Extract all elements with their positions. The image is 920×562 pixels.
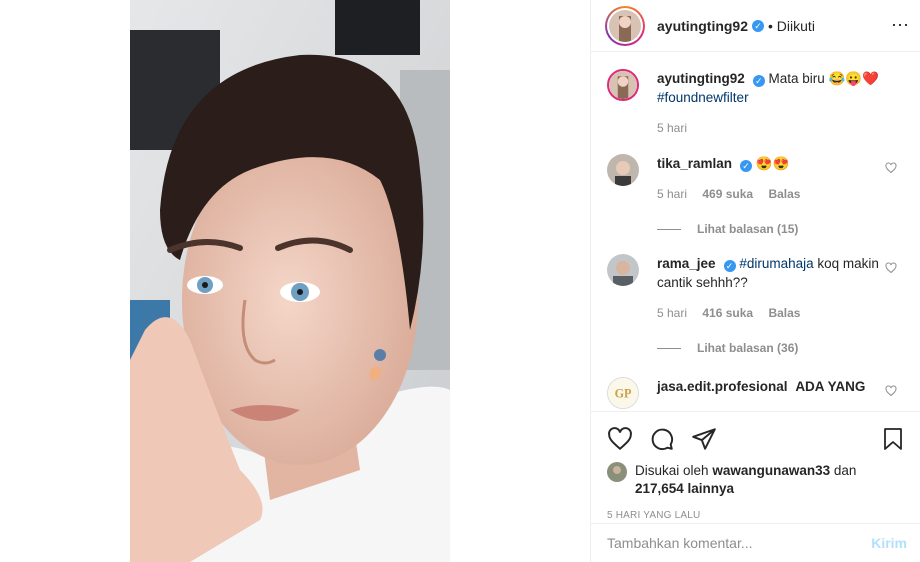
caption-hashtag[interactable]: #foundnewfilter [657, 90, 749, 105]
svg-text:GP: GP [615, 387, 632, 401]
like-heart-icon[interactable] [607, 426, 633, 452]
bookmark-icon[interactable] [881, 426, 905, 452]
comment-meta: 5 hari 416 suka Balas [657, 304, 887, 323]
caption-username[interactable]: ayutingting92 [657, 71, 745, 86]
comment-item: tika_ramlan ✓ 😍😍 5 hari 469 suka Balas [607, 154, 905, 204]
comment-username[interactable]: jasa.edit.profesional [657, 379, 788, 394]
action-icons [607, 424, 905, 454]
caption-body: ayutingting92 ✓ Mata biru 😂😛❤️ #foundnewf… [657, 69, 887, 138]
comment-avatar-image [607, 154, 639, 186]
more-options-icon[interactable]: ⋯ [891, 15, 910, 36]
verified-badge-icon: ✓ [723, 260, 736, 272]
post-timestamp[interactable]: 5 HARI YANG LALU [607, 510, 905, 521]
likes-text: Disukai oleh wawangunawan33 dan 217,654 … [635, 462, 856, 498]
comment-body: jasa.edit.profesional ADA YANG [657, 377, 887, 409]
caption-text: Mata biru 😂😛❤️ [768, 71, 879, 86]
comment-avatar[interactable]: GP [607, 377, 639, 409]
comment-likes[interactable]: 469 suka [702, 187, 753, 201]
liker-avatar[interactable] [607, 462, 627, 482]
post-actions: Disukai oleh wawangunawan33 dan 217,654 … [591, 411, 920, 521]
comment-likes[interactable]: 416 suka [702, 306, 753, 320]
like-comment-heart-icon[interactable] [885, 162, 897, 174]
comment-item: rama_jee ✓ #dirumahaja koq makin cantik s… [607, 254, 905, 323]
post-photo[interactable] [130, 0, 450, 562]
reply-button[interactable]: Balas [768, 306, 800, 320]
likes-and: dan [833, 463, 857, 478]
verified-badge-icon: ✓ [752, 75, 765, 87]
comment-input[interactable] [607, 535, 872, 551]
liker-username[interactable]: wawangunawan33 [712, 463, 830, 478]
caption-avatar-image [609, 71, 637, 99]
verified-badge-icon: ✓ [752, 19, 765, 32]
post-comment-button[interactable]: Kirim [871, 535, 907, 551]
comment-username[interactable]: rama_jee [657, 256, 716, 271]
author-avatar[interactable] [605, 5, 645, 46]
likes-count[interactable]: 217,654 lainnya [635, 481, 734, 496]
comment-avatar-image: GP [608, 378, 638, 408]
reply-button[interactable]: Balas [768, 187, 800, 201]
share-paper-plane-icon[interactable] [691, 426, 717, 452]
likes-summary: Disukai oleh wawangunawan33 dan 217,654 … [607, 462, 905, 498]
post-header: ayutingting92 ✓ • Diikuti ⋯ [591, 0, 920, 52]
author-username[interactable]: ayutingting92 [657, 18, 748, 34]
post-panel: ayutingting92 ✓ • Diikuti ⋯ ayutingting9… [590, 0, 920, 562]
comment-age[interactable]: 5 hari [657, 187, 687, 201]
liker-avatar-image [607, 462, 627, 482]
comment-item: GP jasa.edit.profesional ADA YANG [607, 377, 905, 409]
caption-meta: 5 hari [657, 119, 887, 138]
comment-avatar[interactable] [607, 254, 639, 286]
caption-avatar[interactable] [607, 69, 639, 101]
likes-prefix: Disukai oleh [635, 463, 709, 478]
comment-avatar[interactable] [607, 154, 639, 186]
like-comment-heart-icon[interactable] [885, 262, 897, 274]
replies-divider [657, 228, 681, 230]
view-replies-label: Lihat balasan (36) [697, 341, 799, 355]
author-avatar-image [609, 9, 641, 42]
comment-text: ADA YANG [795, 379, 866, 394]
view-replies-label: Lihat balasan (15) [697, 222, 799, 236]
comment-body: rama_jee ✓ #dirumahaja koq makin cantik s… [657, 254, 887, 323]
comment-age[interactable]: 5 hari [657, 306, 687, 320]
verified-badge-icon: ✓ [740, 160, 753, 172]
replies-divider [657, 347, 681, 349]
media-area [0, 0, 590, 562]
follow-status[interactable]: • Diikuti [768, 18, 815, 34]
caption: ayutingting92 ✓ Mata biru 😂😛❤️ #foundnewf… [607, 69, 905, 138]
comments-list: ayutingting92 ✓ Mata biru 😂😛❤️ #foundnewf… [591, 53, 920, 411]
like-comment-heart-icon[interactable] [885, 385, 897, 397]
comment-avatar-image [607, 254, 639, 286]
comment-text: 😍😍 [755, 156, 790, 171]
caption-age[interactable]: 5 hari [657, 121, 687, 135]
view-replies-button[interactable]: Lihat balasan (15) [657, 222, 905, 236]
comment-hashtag[interactable]: #dirumahaja [739, 256, 813, 271]
add-comment-bar: Kirim [591, 523, 920, 562]
comment-username[interactable]: tika_ramlan [657, 156, 732, 171]
comment-bubble-icon[interactable] [649, 426, 675, 452]
comment-body: tika_ramlan ✓ 😍😍 5 hari 469 suka Balas [657, 154, 887, 204]
view-replies-button[interactable]: Lihat balasan (36) [657, 341, 905, 355]
portrait-image [130, 0, 450, 562]
comment-meta: 5 hari 469 suka Balas [657, 185, 887, 204]
